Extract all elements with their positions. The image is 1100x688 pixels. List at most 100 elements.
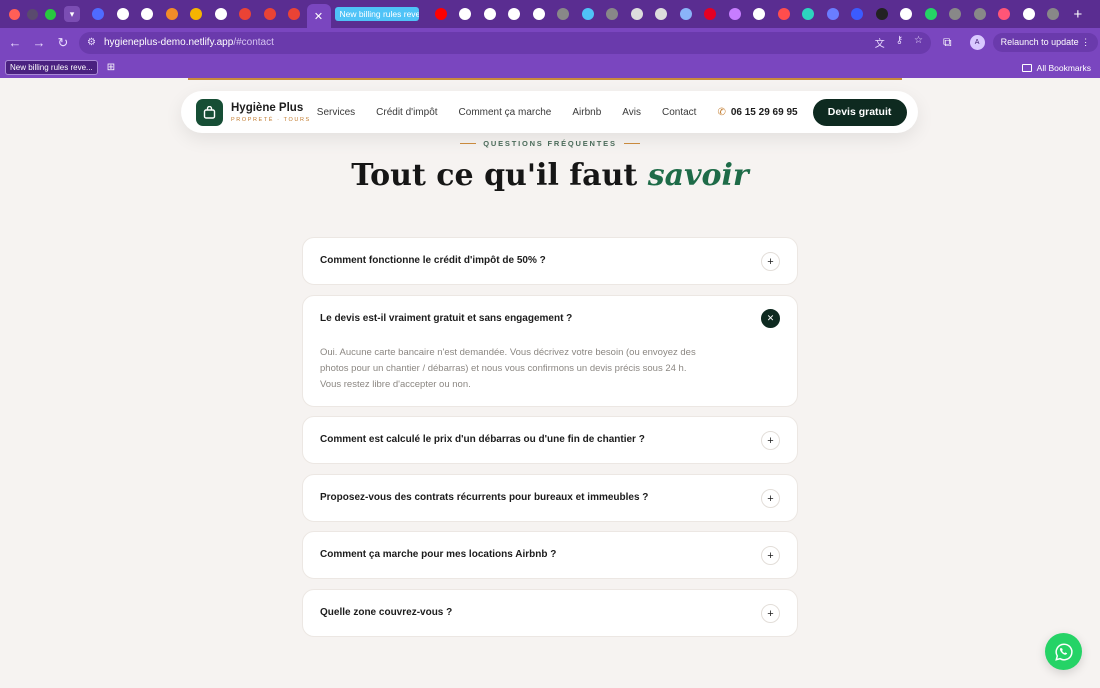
bookmark-billing-rules[interactable]: New billing rules reve... <box>5 60 98 75</box>
extensions-puzzle-icon[interactable]: ⧉ <box>943 35 952 50</box>
browser-tab[interactable] <box>233 0 258 28</box>
profile-avatar[interactable]: A <box>969 35 985 50</box>
faq-item[interactable]: Proposez-vous des contrats récurrents po… <box>302 474 798 522</box>
back-arrow-icon[interactable]: ← <box>3 35 27 50</box>
new-tab-button[interactable]: + <box>1074 6 1083 23</box>
plus-icon[interactable]: + <box>761 489 780 508</box>
browser-tab[interactable] <box>674 0 699 28</box>
nav-link-comment-ca-marche[interactable]: Comment ça marche <box>459 107 552 118</box>
browser-tab[interactable] <box>576 0 601 28</box>
browser-tab[interactable] <box>992 0 1017 28</box>
browser-tab[interactable] <box>429 0 454 28</box>
browser-tab[interactable] <box>160 0 185 28</box>
faq-answer: Oui. Aucune carte bancaire n'est demandé… <box>320 347 696 390</box>
relaunch-label: Relaunch to update <box>1000 37 1079 47</box>
faq-item[interactable]: Comment est calculé le prix d'un débarra… <box>302 416 798 464</box>
tab-billing-rules[interactable]: New billing rules reve... <box>334 7 419 21</box>
password-key-icon[interactable]: ⚷ <box>896 35 903 50</box>
site-settings-icon[interactable]: ⚙ <box>87 37 96 48</box>
tab-favicon-icon <box>949 8 962 20</box>
close-window-button[interactable] <box>9 8 20 20</box>
nav-link-avis[interactable]: Avis <box>622 107 641 118</box>
browser-tab[interactable] <box>282 0 307 28</box>
active-tab-close-icon[interactable]: ✕ <box>306 4 331 28</box>
browser-tab[interactable] <box>502 0 527 28</box>
browser-tab[interactable] <box>796 0 821 28</box>
tab-favicon-icon <box>92 8 105 20</box>
brand[interactable]: Hygiène Plus PROPRETÉ · TOURS <box>231 102 311 123</box>
nav-link-contact[interactable]: Contact <box>662 107 696 118</box>
devis-gratuit-button[interactable]: Devis gratuit <box>812 98 907 126</box>
browser-tab[interactable] <box>184 0 209 28</box>
browser-tab[interactable] <box>258 0 283 28</box>
forward-arrow-icon[interactable]: → <box>27 35 51 50</box>
all-bookmarks-button[interactable]: All Bookmarks <box>1021 63 1091 73</box>
browser-tab[interactable] <box>453 0 478 28</box>
browser-tab[interactable] <box>968 0 993 28</box>
maximize-window-button[interactable] <box>45 8 56 20</box>
apps-grid-icon[interactable]: ⊞ <box>107 62 115 73</box>
faq-item-expanded[interactable]: Le devis est-il vraiment gratuit et sans… <box>302 295 798 407</box>
browser-tab[interactable] <box>723 0 748 28</box>
browser-tab[interactable] <box>845 0 870 28</box>
translate-icon[interactable]: 文 <box>875 35 885 50</box>
browser-tab[interactable] <box>135 0 160 28</box>
brand-logo-icon[interactable] <box>196 98 223 126</box>
browser-tab[interactable] <box>747 0 772 28</box>
nav-link-airbnb[interactable]: Airbnb <box>572 107 601 118</box>
tab-favicon-icon <box>508 8 521 20</box>
tab-favicon-icon <box>165 8 178 20</box>
tab-search-button[interactable]: ▾ <box>64 6 80 22</box>
browser-tab[interactable] <box>772 0 797 28</box>
plus-icon[interactable]: + <box>761 604 780 623</box>
tab-favicon-icon <box>557 8 570 20</box>
browser-tab[interactable] <box>478 0 503 28</box>
browser-tab[interactable] <box>698 0 723 28</box>
tab-favicon-icon <box>483 8 496 20</box>
plus-icon[interactable]: + <box>761 431 780 450</box>
browser-tab[interactable] <box>943 0 968 28</box>
browser-tab[interactable] <box>919 0 944 28</box>
faq-question: Comment ça marche pour mes locations Air… <box>320 549 557 560</box>
tab-favicon-icon <box>190 8 203 20</box>
faq-item[interactable]: Comment ça marche pour mes locations Air… <box>302 531 798 579</box>
browser-tab[interactable] <box>894 0 919 28</box>
plus-icon[interactable]: + <box>761 546 780 565</box>
browser-tab[interactable] <box>111 0 136 28</box>
tab-favicon-icon <box>141 8 154 20</box>
browser-tab[interactable] <box>625 0 650 28</box>
relaunch-to-update-button[interactable]: Relaunch to update ⋮ <box>992 33 1099 52</box>
browser-tab[interactable] <box>209 0 234 28</box>
bookmark-star-icon[interactable]: ☆ <box>914 35 923 50</box>
browser-tab[interactable] <box>527 0 552 28</box>
tab-favicon-icon <box>459 8 472 20</box>
browser-tab[interactable] <box>551 0 576 28</box>
browser-tab[interactable] <box>1041 0 1066 28</box>
plus-icon[interactable]: + <box>761 252 780 271</box>
faq-item[interactable]: Comment fonctionne le crédit d'impôt de … <box>302 237 798 285</box>
tab-title: New billing rules reve... <box>334 7 419 21</box>
address-bar[interactable]: ⚙ hygieneplus-demo.netlify.app /#contact… <box>79 31 931 54</box>
minimize-window-button[interactable] <box>27 8 38 20</box>
close-icon[interactable]: ✕ <box>761 309 780 328</box>
faq-item[interactable]: Quelle zone couvrez-vous ? + <box>302 589 798 637</box>
whatsapp-button[interactable] <box>1045 633 1082 670</box>
tab-favicon-icon <box>116 8 129 20</box>
browser-tab[interactable] <box>600 0 625 28</box>
nav-link-credit-impot[interactable]: Crédit d'impôt <box>376 107 437 118</box>
reload-icon[interactable]: ↻ <box>51 35 75 51</box>
browser-tab[interactable] <box>870 0 895 28</box>
faq-question: Comment est calculé le prix d'un débarra… <box>320 434 645 445</box>
browser-tab[interactable] <box>821 0 846 28</box>
tab-favicon-icon <box>288 8 301 20</box>
browser-tab[interactable] <box>1017 0 1042 28</box>
window-controls <box>0 8 56 20</box>
nav-link-services[interactable]: Services <box>317 107 355 118</box>
faq-question: Le devis est-il vraiment gratuit et sans… <box>320 313 573 324</box>
tab-favicon-icon <box>924 8 937 20</box>
tab-favicon-icon <box>606 8 619 20</box>
browser-tab[interactable] <box>649 0 674 28</box>
browser-tab[interactable] <box>86 0 111 28</box>
phone-link[interactable]: ✆ 06 15 29 69 95 <box>717 107 797 118</box>
phone-icon: ✆ <box>717 106 726 118</box>
